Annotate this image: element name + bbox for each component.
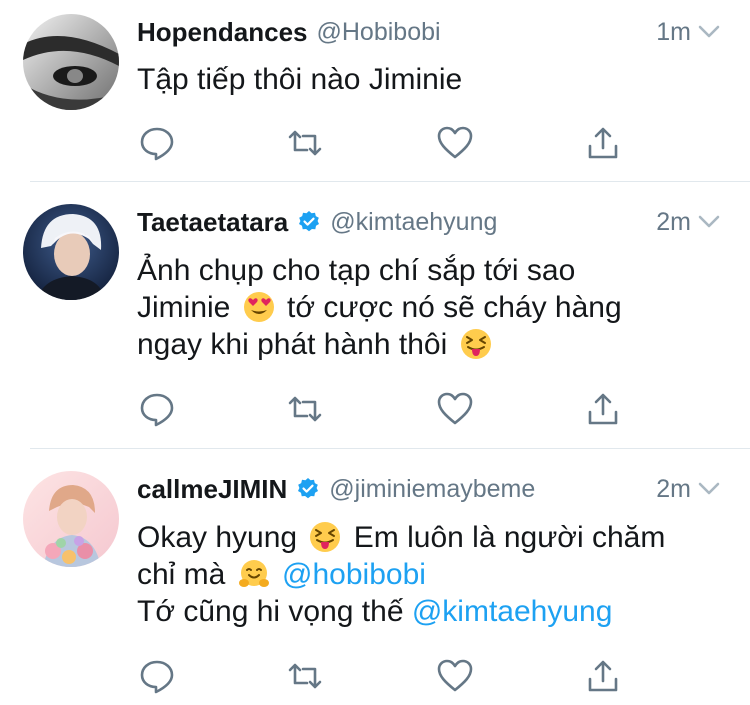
- share-button[interactable]: [583, 656, 623, 696]
- reply-icon: [140, 127, 174, 161]
- chevron-down-icon[interactable]: [698, 25, 720, 39]
- squint-tongue-emoji-icon: [460, 328, 492, 360]
- time-label: 1m: [656, 17, 691, 46]
- text-segment: [274, 558, 282, 591]
- text-segment: chỉ mà: [137, 558, 234, 591]
- timestamp[interactable]: 1m: [656, 18, 720, 47]
- like-button[interactable]: [435, 389, 475, 429]
- text-segment: ngay khi phát hành thôi: [137, 328, 456, 361]
- tweet-text: Tập tiếp thôi nào Jiminie: [137, 61, 722, 98]
- like-icon: [437, 392, 473, 425]
- text-segment: Ảnh chụp cho tạp chí sắp tới sao: [137, 254, 576, 287]
- avatar[interactable]: [23, 204, 119, 300]
- heart-eyes-emoji-icon: [243, 291, 275, 323]
- tweet-text-line: Jiminie tớ cược nó sẽ cháy hàng: [137, 289, 722, 326]
- retweet-icon: [288, 130, 322, 156]
- tweet-text-line: Tớ cũng hi vọng thế @kimtaehyung: [137, 593, 722, 630]
- text-segment: Tớ cũng hi vọng thế: [137, 595, 412, 628]
- mention-link[interactable]: @hobibobi: [282, 558, 426, 591]
- tweet-text: Ảnh chụp cho tạp chí sắp tới sao Jiminie …: [137, 252, 722, 363]
- tweet-text: Okay hyung Em luôn là người chăm chỉ mà @…: [137, 519, 722, 630]
- tweet-actions: [137, 656, 637, 696]
- share-icon: [588, 127, 618, 159]
- tweet-header: Hopendances @Hobibobi 1m: [137, 14, 720, 50]
- hugging-emoji-icon: [238, 558, 270, 590]
- username[interactable]: @Hobibobi: [317, 18, 441, 47]
- username[interactable]: @kimtaehyung: [330, 208, 497, 237]
- retweet-button[interactable]: [285, 389, 325, 429]
- display-name[interactable]: callmeJIMIN: [137, 474, 287, 505]
- chevron-down-icon[interactable]: [698, 482, 720, 496]
- verified-badge-icon: [299, 211, 320, 232]
- tweet-1[interactable]: Hopendances @Hobibobi 1m Tập tiếp thôi n…: [0, 0, 750, 180]
- tweet-actions: [137, 389, 637, 429]
- avatar-image: [23, 204, 119, 300]
- mention-link[interactable]: @kimtaehyung: [412, 595, 613, 628]
- text-segment: Okay hyung: [137, 521, 306, 554]
- reply-icon: [140, 393, 174, 427]
- share-icon: [588, 393, 618, 425]
- reply-button[interactable]: [137, 656, 177, 696]
- reply-button[interactable]: [137, 123, 177, 163]
- avatar-image: [23, 14, 119, 110]
- timestamp[interactable]: 2m: [656, 475, 720, 504]
- squint-tongue-emoji-icon: [309, 521, 341, 553]
- reply-icon: [140, 660, 174, 694]
- retweet-icon: [288, 396, 322, 422]
- avatar[interactable]: [23, 471, 119, 567]
- tweet-text-line: Okay hyung Em luôn là người chăm: [137, 519, 722, 556]
- timestamp[interactable]: 2m: [656, 208, 720, 237]
- username[interactable]: @jiminiemaybeme: [329, 475, 535, 504]
- retweet-button[interactable]: [285, 656, 325, 696]
- tweet-header: callmeJIMIN @jiminiemaybeme 2m: [137, 471, 720, 507]
- retweet-button[interactable]: [285, 123, 325, 163]
- text-segment: Em luôn là người chăm: [345, 521, 666, 554]
- like-button[interactable]: [435, 656, 475, 696]
- tweet-3[interactable]: callmeJIMIN @jiminiemaybeme 2m Okay hyun…: [0, 449, 750, 705]
- tweet-text-line: chỉ mà @hobibobi: [137, 556, 722, 593]
- tweet-header: Taetaetatara @kimtaehyung 2m: [137, 204, 720, 240]
- verified-badge-icon: [298, 478, 319, 499]
- tweet-actions: [137, 123, 637, 163]
- chevron-down-icon[interactable]: [698, 215, 720, 229]
- time-label: 2m: [656, 207, 691, 236]
- display-name[interactable]: Hopendances: [137, 17, 308, 48]
- share-icon: [588, 660, 618, 692]
- share-button[interactable]: [583, 123, 623, 163]
- like-icon: [437, 126, 473, 159]
- retweet-icon: [288, 663, 322, 689]
- tweet-text-line: Ảnh chụp cho tạp chí sắp tới sao: [137, 252, 722, 289]
- reply-button[interactable]: [137, 389, 177, 429]
- display-name[interactable]: Taetaetatara: [137, 207, 288, 238]
- time-label: 2m: [656, 474, 691, 503]
- share-button[interactable]: [583, 389, 623, 429]
- text-segment: Jiminie: [137, 291, 239, 324]
- like-button[interactable]: [435, 123, 475, 163]
- tweet-text-line: Tập tiếp thôi nào Jiminie: [137, 61, 722, 98]
- avatar-image: [23, 471, 119, 567]
- like-icon: [437, 659, 473, 692]
- text-segment: Tập tiếp thôi nào Jiminie: [137, 63, 463, 96]
- avatar[interactable]: [23, 14, 119, 110]
- tweet-2[interactable]: Taetaetatara @kimtaehyung 2m Ảnh chụp ch…: [0, 182, 750, 447]
- tweet-text-line: ngay khi phát hành thôi: [137, 326, 722, 363]
- text-segment: tớ cược nó sẽ cháy hàng: [278, 291, 622, 324]
